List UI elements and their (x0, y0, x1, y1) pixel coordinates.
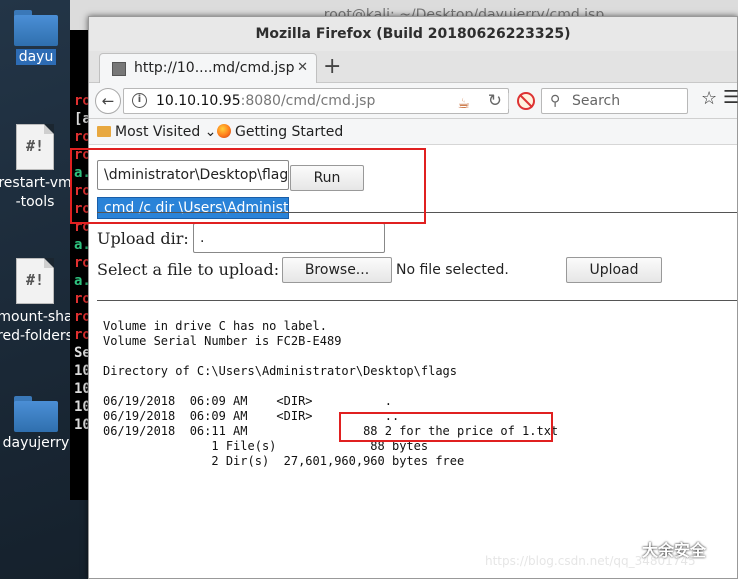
tab-label: http://10....md/cmd.jsp (134, 60, 295, 76)
desktop: dayu #! restart-vm-tools #! mount-shared… (0, 0, 738, 579)
back-arrow-icon[interactable]: ← (95, 88, 121, 114)
url-path: :8080/cmd/cmd.jsp (240, 93, 376, 109)
upload-button[interactable]: Upload (566, 257, 662, 283)
reload-icon[interactable]: ↻ (488, 89, 502, 113)
chevron-down-icon: ⌄ (200, 124, 217, 140)
url-host: 10.10.10.95 (156, 93, 241, 109)
no-file-text: No file selected. (396, 262, 509, 278)
bookmarks-toolbar: Most Visited ⌄ Getting Started (89, 119, 737, 145)
desktop-icon-restart-vm-tools[interactable]: #! restart-vm-tools (0, 124, 74, 212)
folder-icon (14, 396, 58, 432)
search-input[interactable]: ⚲ Search (541, 88, 688, 114)
desktop-icon-dayu[interactable]: dayu (0, 10, 76, 67)
watermark-url: https://blog.csdn.net/qq_34801745 (485, 554, 696, 568)
desktop-icon-label: mount-shared-folders (0, 309, 73, 344)
new-tab-icon[interactable]: + (323, 53, 341, 81)
search-icon: ⚲ (550, 93, 561, 109)
output-line: Volume Serial Number is FC2B-E489 (103, 334, 342, 348)
output-line: Volume in drive C has no label. (103, 319, 327, 333)
file-select-label: Select a file to upload: (97, 260, 280, 279)
info-icon[interactable]: i (132, 93, 147, 108)
firefox-window[interactable]: Mozilla Firefox (Build 20180626223325) h… (88, 16, 738, 579)
command-output: Volume in drive C has no label. Volume Se… (103, 319, 558, 469)
upload-dir-label: Upload dir: (97, 229, 189, 248)
search-placeholder: Search (572, 93, 621, 109)
output-line: 2 Dir(s) 27,601,960,960 bytes free (103, 454, 465, 468)
highlight-box-command (70, 148, 426, 224)
desktop-icon-dayujerry[interactable]: dayujerry (0, 396, 76, 453)
wechat-icon (615, 537, 637, 555)
tab-cmd-jsp[interactable]: http://10....md/cmd.jsp ✕ (99, 53, 317, 83)
output-line: 06/19/2018 06:09 AM <DIR> . (103, 394, 392, 408)
folder-icon (14, 10, 58, 46)
highlight-box-flag-file (339, 412, 553, 442)
divider (97, 300, 737, 301)
window-title: Mozilla Firefox (Build 20180626223325) (89, 17, 737, 51)
browse-button[interactable]: Browse... (282, 257, 392, 283)
bookmark-star-icon[interactable]: ☆ (701, 88, 717, 109)
desktop-icon-label: dayu (15, 49, 57, 65)
desktop-icon-label: restart-vm-tools (0, 175, 72, 210)
tab-bar: http://10....md/cmd.jsp ✕ + (89, 51, 737, 83)
desktop-icon-label: dayujerry (2, 435, 70, 451)
upload-dir-input[interactable]: . (193, 223, 385, 253)
bookmark-most-visited[interactable]: Most Visited ⌄ (97, 119, 216, 145)
nav-bar: ← i 10.10.10.95:8080/cmd/cmd.jsp ☕ ↻ ⚲ S… (89, 83, 738, 119)
desktop-icon-mount-shared-folders[interactable]: #! mount-shared-folders (0, 258, 74, 346)
url-bar[interactable]: i 10.10.10.95:8080/cmd/cmd.jsp ☕ ↻ (123, 88, 509, 114)
script-file-icon: #! (16, 124, 54, 170)
page-favicon-icon (112, 62, 126, 76)
hamburger-menu-icon[interactable]: ☰ (723, 87, 738, 108)
noscript-icon[interactable] (517, 92, 535, 110)
firefox-logo-icon (217, 124, 231, 138)
bookmark-label: Getting Started (235, 124, 344, 140)
bookmark-getting-started[interactable]: Getting Started (217, 119, 343, 145)
bookmark-label: Most Visited (115, 124, 201, 140)
output-line: Directory of C:\Users\Administrator\Desk… (103, 364, 458, 378)
bookmark-folder-icon (97, 126, 111, 137)
close-icon[interactable]: ✕ (297, 54, 308, 82)
script-file-icon: #! (16, 258, 54, 304)
url-separator (508, 93, 509, 109)
java-plugin-icon[interactable]: ☕ (457, 92, 470, 116)
